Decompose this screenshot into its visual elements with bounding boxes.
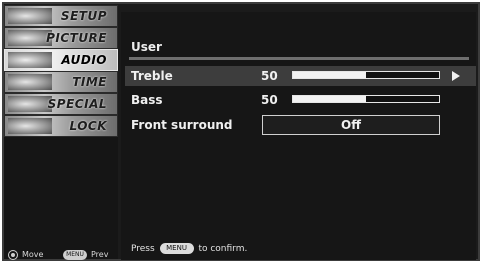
prev-hint: Prev (91, 250, 109, 259)
bass-slider-fill (293, 96, 366, 102)
sidebar-item-special[interactable]: SPECIAL (4, 93, 118, 115)
navigation-pad-icon (8, 250, 18, 260)
sidebar-item-audio[interactable]: AUDIO (4, 49, 118, 71)
footer-prefix: Press (131, 244, 155, 254)
right-arrow-icon[interactable] (452, 71, 460, 81)
treble-value: 50 (261, 69, 278, 83)
sidebar-item-label: SETUP (60, 9, 107, 23)
sidebar-item-setup[interactable]: SETUP (4, 5, 118, 27)
setup-thumbnail-icon (8, 8, 52, 24)
treble-slider-fill (293, 72, 366, 78)
front-surround-label: Front surround (131, 118, 233, 132)
sidebar-item-label: AUDIO (61, 53, 107, 67)
audio-user-panel: User Treble 50 Bass 50 Front surround Of… (121, 12, 476, 260)
bass-value: 50 (261, 93, 278, 107)
treble-label: Treble (131, 69, 173, 83)
move-hint: Move (22, 250, 44, 259)
sidebar-item-label: SPECIAL (47, 97, 107, 111)
sidebar-item-picture[interactable]: PICTURE (4, 27, 118, 49)
sidebar-legend: Move MENU Prev (8, 249, 120, 263)
sidebar-item-label: PICTURE (46, 31, 107, 45)
bass-label: Bass (131, 93, 163, 107)
front-surround-row[interactable]: Front surround Off (125, 115, 476, 135)
footer-suffix: to confirm. (198, 244, 248, 254)
title-divider (129, 57, 469, 60)
treble-slider[interactable] (292, 71, 440, 79)
lock-thumbnail-icon (8, 118, 52, 134)
sidebar-item-time[interactable]: TIME (4, 71, 118, 93)
footer-hint: Press MENU to confirm. (131, 243, 247, 254)
sidebar-item-label: TIME (72, 75, 107, 89)
audio-thumbnail-icon (8, 52, 52, 68)
sidebar-item-label: LOCK (69, 119, 107, 133)
special-thumbnail-icon (8, 96, 52, 112)
sidebar-item-lock[interactable]: LOCK (4, 115, 118, 137)
menu-key-icon: MENU (159, 243, 194, 254)
panel-title: User (131, 40, 162, 54)
front-surround-option[interactable]: Off (262, 115, 440, 135)
treble-row[interactable]: Treble 50 (125, 66, 476, 86)
bass-row[interactable]: Bass 50 (125, 90, 476, 110)
sidebar-menu: SETUP PICTURE AUDIO TIME SPECIAL LOCK Mo… (4, 5, 118, 260)
time-thumbnail-icon (8, 74, 52, 90)
menu-key-icon: MENU (63, 250, 87, 260)
bass-slider[interactable] (292, 95, 440, 103)
